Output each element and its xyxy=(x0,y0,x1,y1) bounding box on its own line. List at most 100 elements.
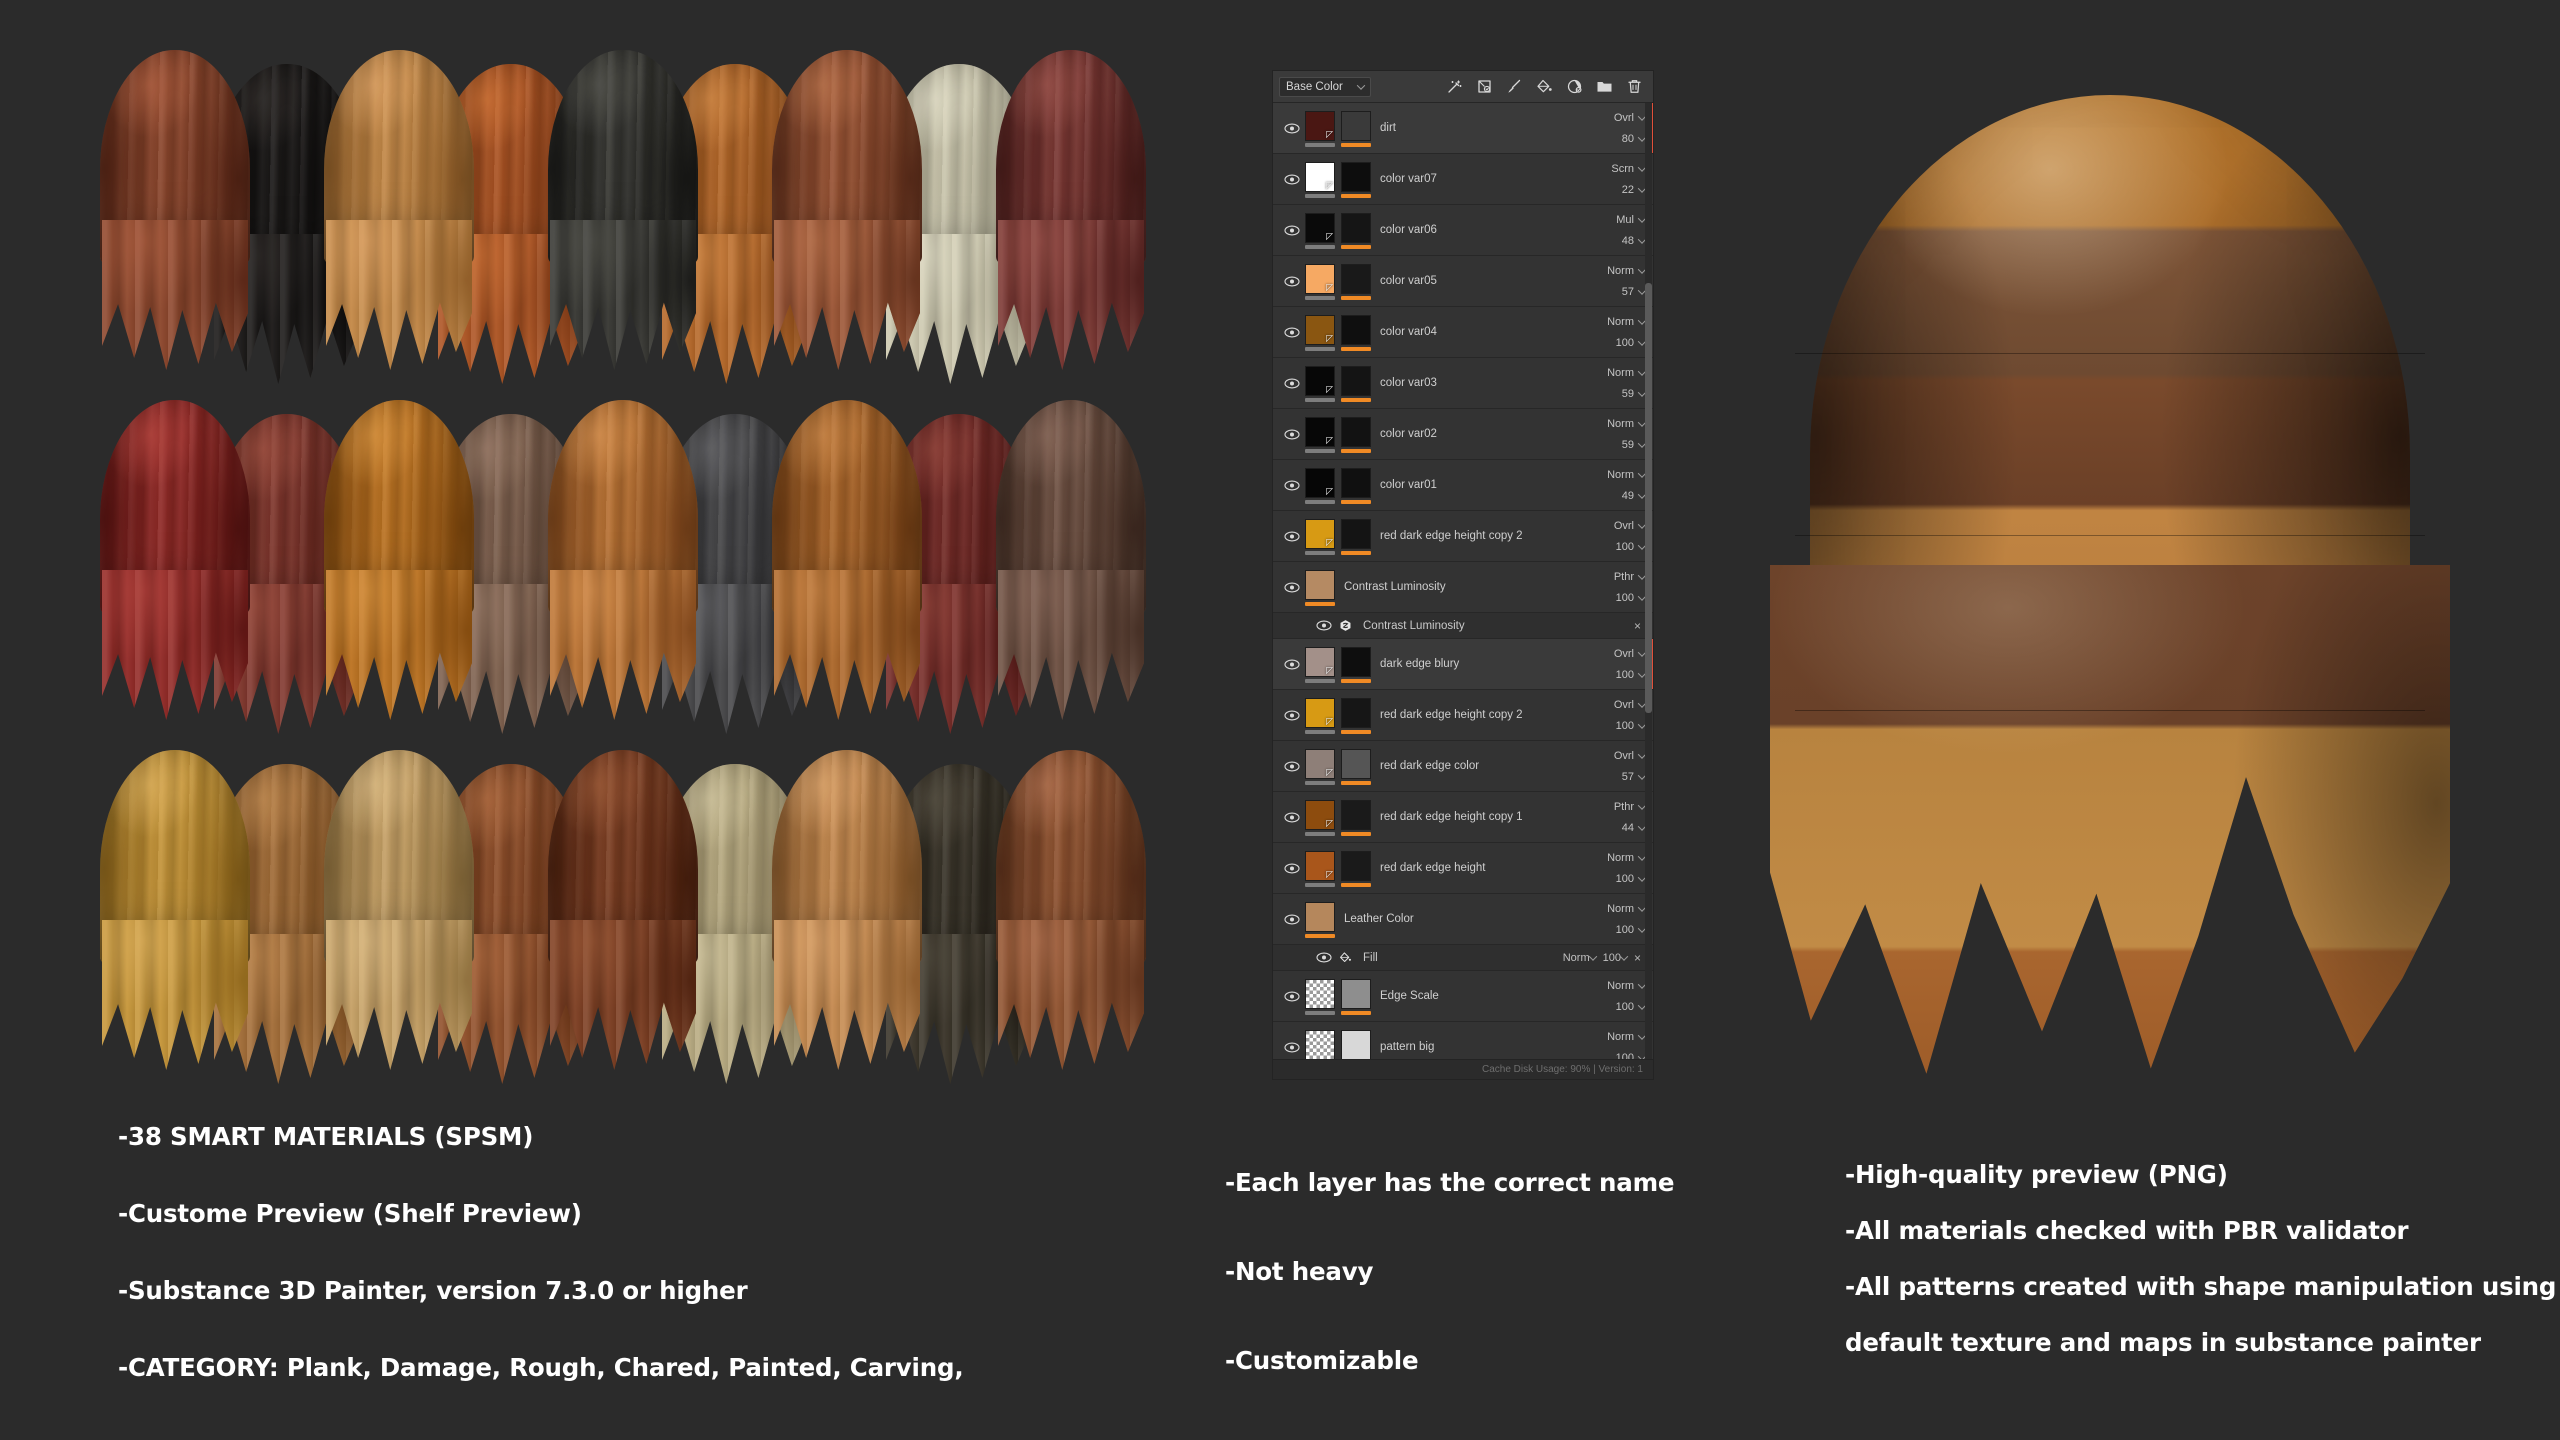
layer-mask-thumbnail[interactable] xyxy=(1341,213,1371,243)
layer-row[interactable]: ◸color var02Norm59 xyxy=(1273,409,1653,460)
layer-mask-thumbnail[interactable] xyxy=(1341,111,1371,141)
layer-name-label[interactable]: color var01 xyxy=(1371,479,1589,491)
layer-name-label[interactable]: color var03 xyxy=(1371,377,1589,389)
add-smart-material-icon[interactable] xyxy=(1446,78,1463,95)
layer-content-thumbnail[interactable]: ◸ xyxy=(1305,315,1335,345)
layer-mask-thumbnail[interactable] xyxy=(1341,264,1371,294)
layer-visibility-eye-icon[interactable] xyxy=(1279,914,1305,925)
layer-content-thumbnail[interactable]: ◸ xyxy=(1305,162,1335,192)
layer-content-thumbnail[interactable]: ◸ xyxy=(1305,698,1335,728)
layer-content-thumbnail[interactable]: ◸ xyxy=(1305,366,1335,396)
layer-blend-mode-select[interactable]: Ovrl xyxy=(1614,699,1645,711)
layer-blend-mode-select[interactable]: Pthr xyxy=(1614,571,1645,583)
layer-content-thumbnail[interactable] xyxy=(1305,570,1335,600)
layer-visibility-eye-icon[interactable] xyxy=(1279,429,1305,440)
layer-visibility-eye-icon[interactable] xyxy=(1279,276,1305,287)
layer-content-thumbnail[interactable]: ◸ xyxy=(1305,749,1335,779)
layer-opacity-select[interactable]: 44 xyxy=(1622,822,1645,834)
layer-name-label[interactable]: Edge Scale xyxy=(1371,990,1589,1002)
layer-content-thumbnail[interactable]: ◸ xyxy=(1305,800,1335,830)
delete-layer-icon[interactable] xyxy=(1626,78,1643,95)
layer-opacity-select[interactable]: 100 xyxy=(1616,337,1645,349)
add-folder-icon[interactable] xyxy=(1596,78,1613,95)
layer-panel-scroll-thumb[interactable] xyxy=(1645,283,1652,713)
layer-row[interactable]: ◸ red dark edge height copy 1 Pthr 44 xyxy=(1273,792,1653,843)
layer-mask-thumbnail[interactable] xyxy=(1341,162,1371,192)
layer-row[interactable]: ◸red dark edge heightNorm100 xyxy=(1273,843,1653,894)
add-anchor-point-icon[interactable] xyxy=(1566,78,1583,95)
layer-blend-mode-select[interactable]: Mul xyxy=(1616,214,1645,226)
layer-visibility-eye-icon[interactable] xyxy=(1279,812,1305,823)
layer-row[interactable]: ◸color var07Scrn22 xyxy=(1273,154,1653,205)
layer-opacity-select[interactable]: 100 xyxy=(1616,873,1645,885)
layer-content-thumbnail[interactable] xyxy=(1305,1030,1335,1059)
layer-blend-mode-select[interactable]: Pthr xyxy=(1614,801,1645,813)
layer-blend-mode-select[interactable]: Ovrl xyxy=(1614,112,1645,124)
layer-blend-mode-select[interactable]: Ovrl xyxy=(1614,648,1645,660)
layer-row[interactable]: ◸red dark edge height copy 2Ovrl100 xyxy=(1273,690,1653,741)
layer-content-thumbnail[interactable]: ◸ xyxy=(1305,213,1335,243)
layer-opacity-select[interactable]: 80 xyxy=(1622,133,1645,145)
layer-blend-mode-select[interactable]: Norm xyxy=(1607,852,1645,864)
layer-visibility-eye-icon[interactable] xyxy=(1279,1042,1305,1053)
layer-mask-thumbnail[interactable] xyxy=(1341,468,1371,498)
layer-visibility-eye-icon[interactable] xyxy=(1279,582,1305,593)
layer-blend-mode-select[interactable]: Norm xyxy=(1607,367,1645,379)
layer-visibility-eye-icon[interactable] xyxy=(1279,761,1305,772)
layer-visibility-eye-icon[interactable] xyxy=(1279,710,1305,721)
layer-opacity-select[interactable]: 100 xyxy=(1616,541,1645,553)
layer-mask-thumbnail[interactable] xyxy=(1341,749,1371,779)
layer-row[interactable]: ◸ color var01 Norm 49 xyxy=(1273,460,1653,511)
layer-name-label[interactable]: pattern big xyxy=(1371,1041,1589,1053)
layer-name-label[interactable]: color var07 xyxy=(1371,173,1589,185)
layer-content-thumbnail[interactable]: ◸ xyxy=(1305,417,1335,447)
layer-row[interactable]: ◸color var03Norm59 xyxy=(1273,358,1653,409)
channel-dropdown[interactable]: Base Color xyxy=(1279,77,1371,97)
layer-row[interactable]: ◸red dark edge colorOvrl57 xyxy=(1273,741,1653,792)
layer-opacity-select[interactable]: 49 xyxy=(1622,490,1645,502)
layer-row[interactable]: Edge Scale Norm 100 xyxy=(1273,971,1653,1022)
layer-row[interactable]: ◸color var04Norm100 xyxy=(1273,307,1653,358)
layer-blend-mode-select[interactable]: Norm xyxy=(1607,980,1645,992)
layer-list[interactable]: ◸dirtOvrl80◸color var07Scrn22◸color var0… xyxy=(1273,103,1653,1059)
layer-visibility-eye-icon[interactable] xyxy=(1279,863,1305,874)
close-icon[interactable]: × xyxy=(1634,619,1643,633)
layer-name-label[interactable]: color var05 xyxy=(1371,275,1589,287)
layer-visibility-eye-icon[interactable] xyxy=(1279,480,1305,491)
layer-blend-mode-select[interactable]: Norm xyxy=(1607,469,1645,481)
layer-row[interactable]: ◸dark edge bluryOvrl100 xyxy=(1273,639,1653,690)
layer-visibility-eye-icon[interactable] xyxy=(1279,327,1305,338)
layer-mask-thumbnail[interactable] xyxy=(1341,1030,1371,1059)
layer-mask-thumbnail[interactable] xyxy=(1341,851,1371,881)
effect-visibility-eye-icon[interactable] xyxy=(1313,952,1335,963)
layer-blend-mode-select[interactable]: Ovrl xyxy=(1614,750,1645,762)
layer-opacity-select[interactable]: 100 xyxy=(1616,1001,1645,1013)
layer-row[interactable]: ◸ red dark edge height copy 2 Ovrl 100 xyxy=(1273,511,1653,562)
layer-blend-mode-select[interactable]: Norm xyxy=(1607,418,1645,430)
layer-blend-mode-select[interactable]: Ovrl xyxy=(1614,520,1645,532)
add-fill-layer-icon[interactable] xyxy=(1536,78,1553,95)
layer-content-thumbnail[interactable]: ◸ xyxy=(1305,468,1335,498)
layer-name-label[interactable]: red dark edge height copy 2 xyxy=(1371,530,1589,542)
layer-name-label[interactable]: Leather Color xyxy=(1335,913,1589,925)
layer-name-label[interactable]: red dark edge height copy 1 xyxy=(1371,811,1589,823)
layer-content-thumbnail[interactable]: ◸ xyxy=(1305,519,1335,549)
layer-name-label[interactable]: red dark edge height copy 2 xyxy=(1371,709,1589,721)
layer-blend-mode-select[interactable]: Norm xyxy=(1607,316,1645,328)
layer-visibility-eye-icon[interactable] xyxy=(1279,531,1305,542)
layer-opacity-select[interactable]: 100 xyxy=(1616,592,1645,604)
effect-opacity-select[interactable]: 100 xyxy=(1603,952,1627,964)
layer-visibility-eye-icon[interactable] xyxy=(1279,659,1305,670)
effect-name-label[interactable]: Fill xyxy=(1355,952,1563,964)
layer-blend-mode-select[interactable]: Norm xyxy=(1607,265,1645,277)
layer-name-label[interactable]: red dark edge color xyxy=(1371,760,1589,772)
layer-effect-row[interactable]: Contrast Luminosity× xyxy=(1273,613,1653,639)
close-icon[interactable]: × xyxy=(1634,951,1643,965)
layer-visibility-eye-icon[interactable] xyxy=(1279,991,1305,1002)
effect-visibility-eye-icon[interactable] xyxy=(1313,620,1335,631)
layer-content-thumbnail[interactable] xyxy=(1305,979,1335,1009)
layer-mask-thumbnail[interactable] xyxy=(1341,800,1371,830)
layer-row[interactable]: ◸color var05Norm57 xyxy=(1273,256,1653,307)
layer-mask-thumbnail[interactable] xyxy=(1341,979,1371,1009)
layer-mask-thumbnail[interactable] xyxy=(1341,315,1371,345)
